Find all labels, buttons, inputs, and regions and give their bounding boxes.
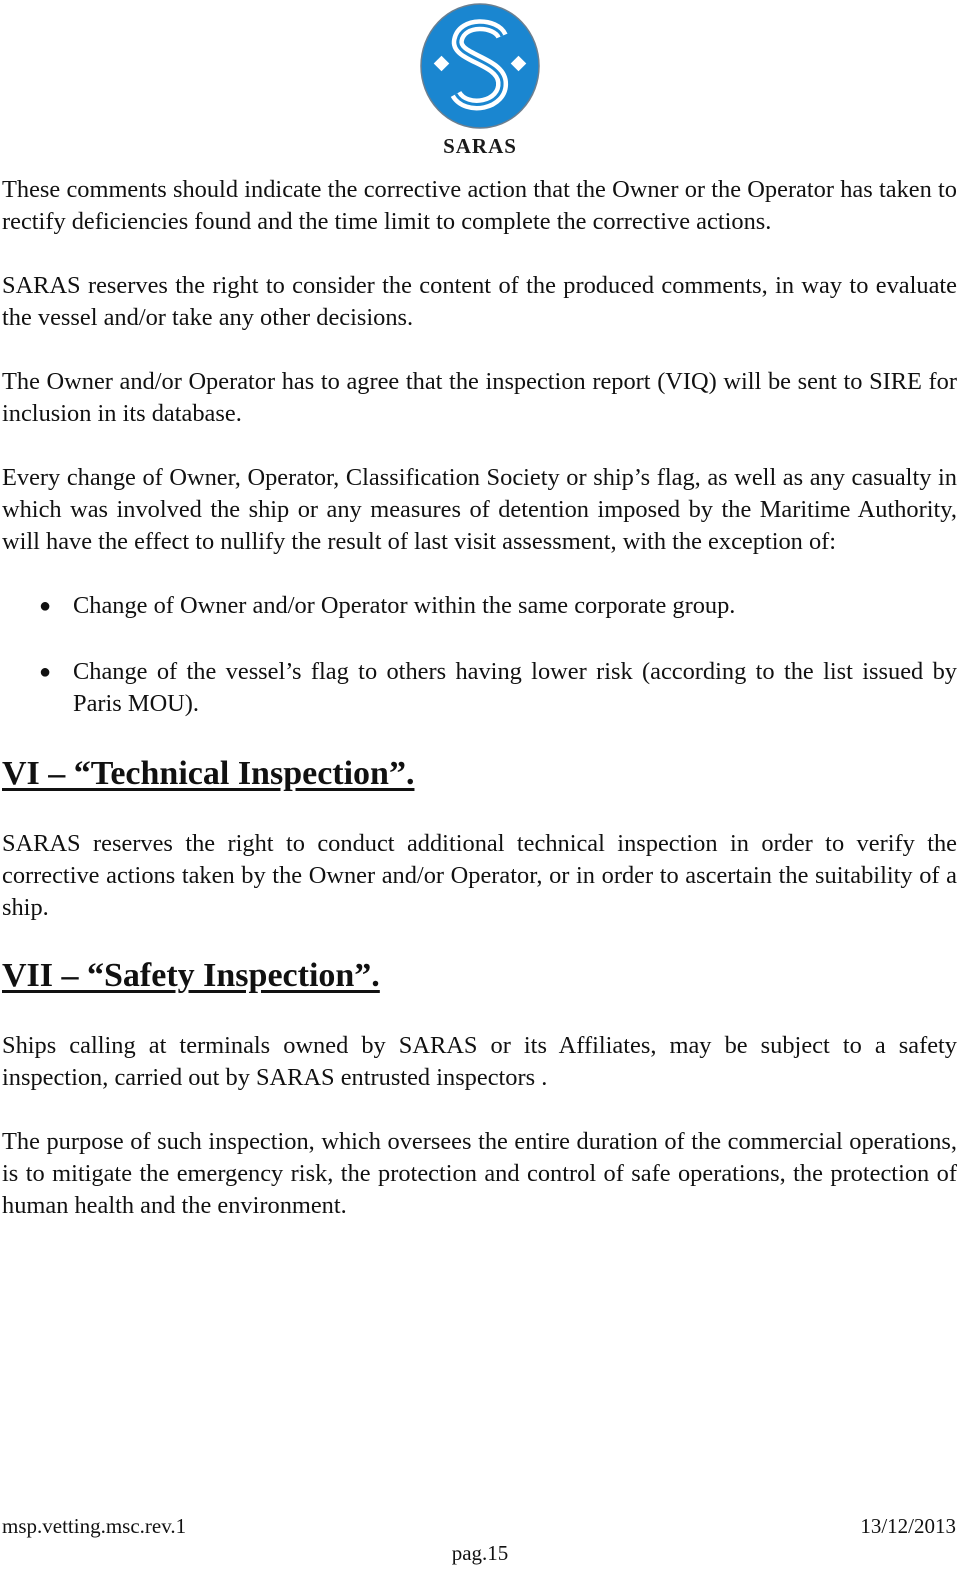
list-item-text: Change of the vessel’s flag to others ha…: [73, 658, 957, 717]
paragraph-technical-inspection: SARAS reserves the right to conduct addi…: [2, 830, 957, 921]
bullet-icon: ●: [39, 595, 52, 617]
paragraph-safety-inspection-2: The purpose of such inspection, which ov…: [2, 1128, 957, 1219]
saras-logo: SARAS: [418, 2, 542, 158]
list-item: ● Change of the vessel’s flag to others …: [2, 656, 957, 720]
paragraph-comments: These comments should indicate the corre…: [2, 176, 957, 235]
paragraph-saras-rights: SARAS reserves the right to consider the…: [2, 272, 957, 331]
footer-page-number: pag.15: [451, 1541, 509, 1565]
list-item-text: Change of Owner and/or Operator within t…: [73, 592, 736, 619]
paragraph-viq-sire: The Owner and/or Operator has to agree t…: [2, 368, 957, 427]
document-body: These comments should indicate the corre…: [2, 174, 957, 1254]
paragraph-change-nullify: Every change of Owner, Operator, Classif…: [2, 464, 957, 555]
section-heading-technical-inspection: VI – “Technical Inspection”.: [2, 755, 415, 792]
saras-s-logo-icon: [420, 3, 540, 129]
footer-doc-code: msp.vetting.msc.rev.1: [2, 1514, 187, 1538]
section-heading-safety-inspection: VII – “Safety Inspection”.: [2, 957, 380, 994]
paragraph-safety-inspection-1: Ships calling at terminals owned by SARA…: [2, 1032, 957, 1091]
bullet-icon: ●: [39, 661, 52, 683]
logo-wordmark: SARAS: [443, 134, 517, 158]
footer-date: 13/12/2013: [860, 1514, 956, 1538]
exception-list: ● Change of Owner and/or Operator within…: [2, 590, 957, 720]
list-item: ● Change of Owner and/or Operator within…: [2, 590, 957, 622]
